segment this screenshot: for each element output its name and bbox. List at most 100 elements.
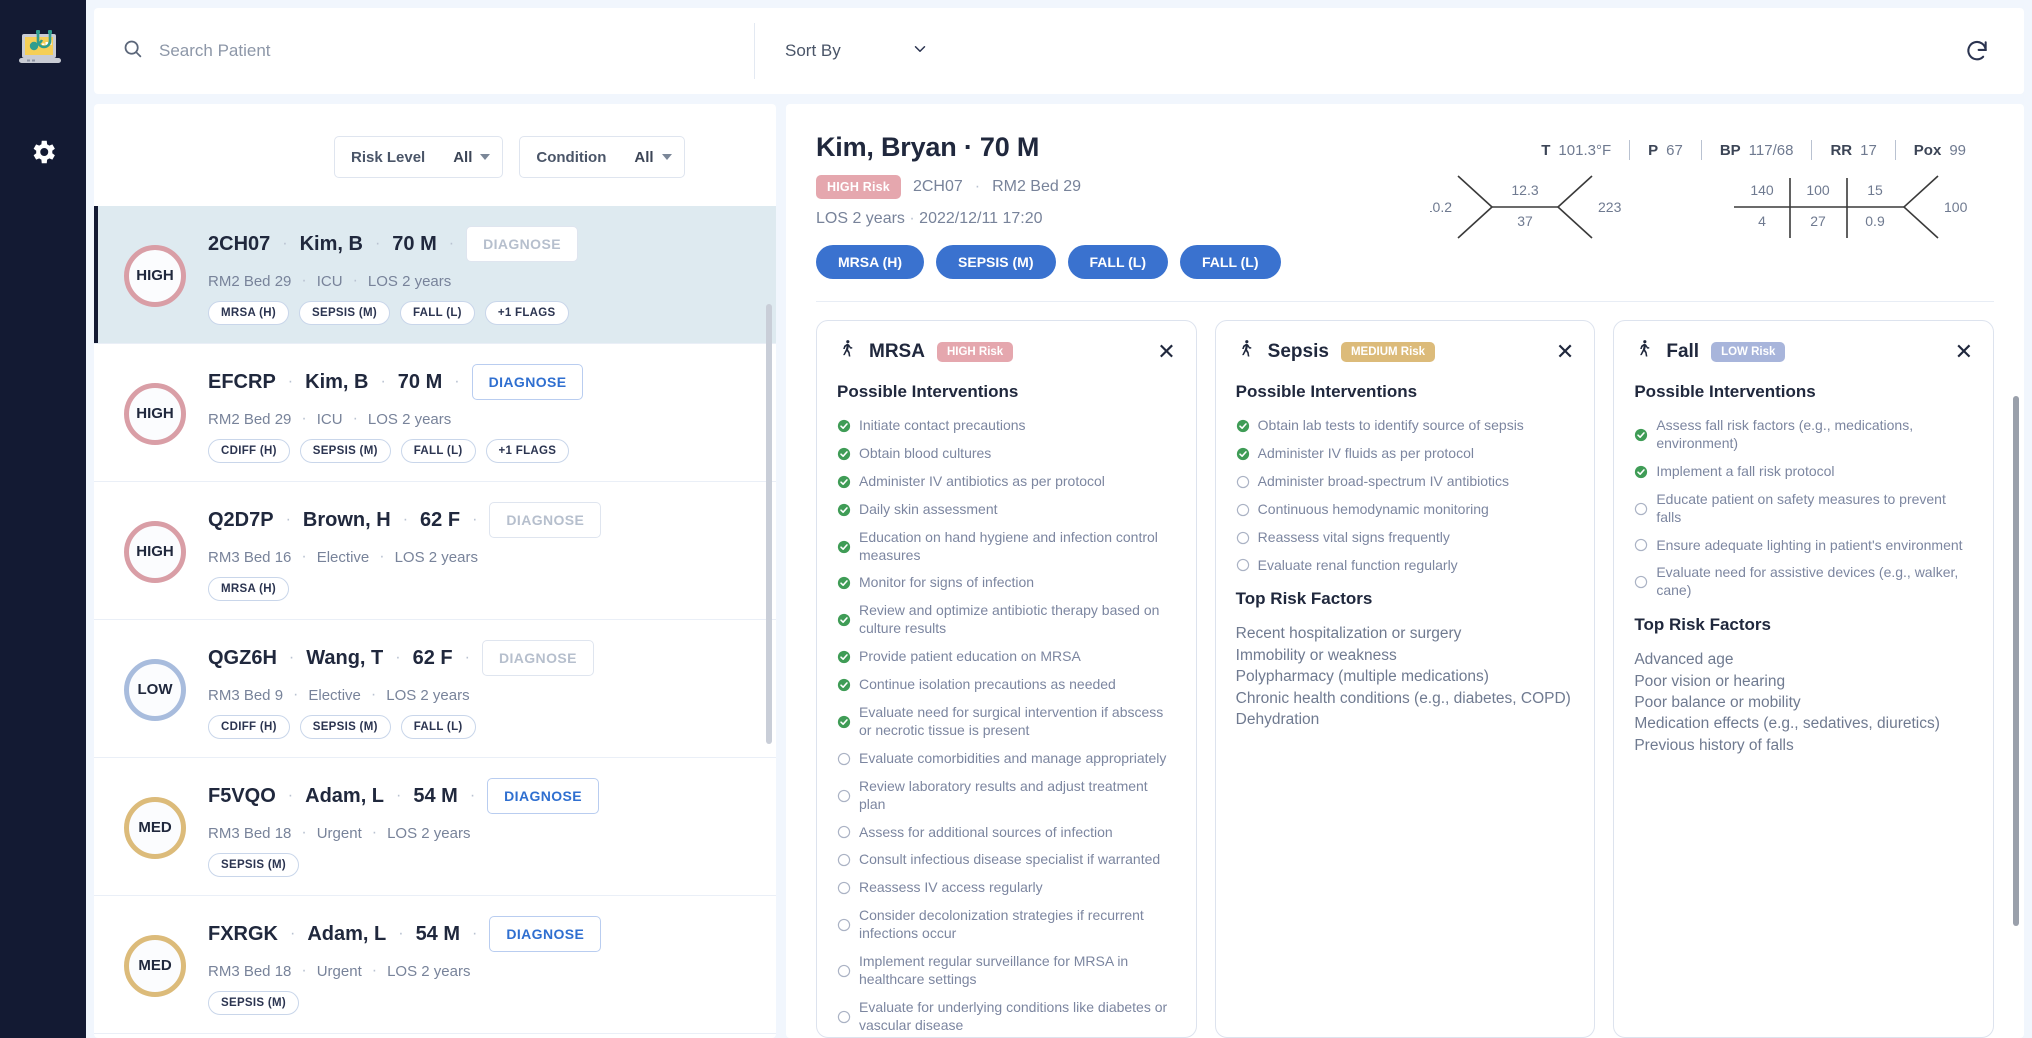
- flag-chip[interactable]: SEPSIS (M): [299, 715, 391, 739]
- list-item[interactable]: MED F5VQO · Adam, L · 54 M · DIAGNOSE RM3 B…: [94, 758, 776, 896]
- search-box[interactable]: [94, 38, 754, 64]
- empty-circle-icon: [837, 854, 851, 867]
- flag-chip[interactable]: SEPSIS (M): [299, 301, 390, 325]
- intervention-item[interactable]: Continue isolation precautions as needed: [837, 671, 1176, 699]
- intervention-item[interactable]: Review and optimize antibiotic therapy b…: [837, 597, 1176, 643]
- close-icon[interactable]: ✕: [1955, 340, 1973, 363]
- intervention-item[interactable]: Evaluate comorbidities and manage approp…: [837, 745, 1176, 773]
- risk-badge: HIGH: [124, 520, 186, 583]
- condition-chip[interactable]: FALL (L): [1067, 245, 1169, 279]
- risk-factor-item: Dehydration: [1235, 710, 1320, 728]
- flag-chip[interactable]: +1 FLAGS: [484, 301, 569, 325]
- flag-chip[interactable]: FALL (L): [400, 439, 476, 463]
- dot-separator-icon: ·: [301, 272, 307, 289]
- patient-info: QGZ6H · Wang, T · 62 F · DIAGNOSE RM3 Bed 9…: [208, 640, 776, 739]
- intervention-item[interactable]: Administer broad-spectrum IV antibiotics: [1236, 468, 1575, 496]
- detail-scrollbar[interactable]: [2013, 396, 2019, 926]
- intervention-item[interactable]: Evaluate need for surgical intervention …: [837, 699, 1176, 745]
- sort-by-select[interactable]: Sort By: [755, 23, 953, 79]
- diagnose-button[interactable]: DIAGNOSE: [466, 226, 578, 262]
- intervention-item[interactable]: Obtain lab tests to identify source of s…: [1236, 412, 1575, 440]
- diagnose-button[interactable]: DIAGNOSE: [489, 916, 602, 952]
- flag-chip[interactable]: +1 FLAGS: [485, 439, 570, 463]
- condition-chip[interactable]: SEPSIS (M): [936, 245, 1056, 279]
- intervention-label: Ensure adequate lighting in patient's en…: [1656, 536, 1963, 553]
- empty-circle-icon: [1635, 539, 1648, 552]
- intervention-item[interactable]: Daily skin assessment: [837, 496, 1176, 524]
- vital-value: 101.3°F: [1558, 141, 1612, 159]
- patient-list[interactable]: HIGH 2CH07 · Kim, B · 70 M · DIAGNOSE RM2 B…: [94, 206, 776, 1038]
- diagnose-button[interactable]: DIAGNOSE: [481, 640, 594, 676]
- interventions-list: Obtain lab tests to identify source of s…: [1236, 412, 1575, 579]
- flag-chip[interactable]: CDIFF (H): [208, 439, 290, 463]
- empty-circle-icon: [837, 789, 851, 802]
- intervention-item[interactable]: Administer IV antibiotics as per protoco…: [837, 468, 1176, 496]
- patient-flags: CDIFF (H) SEPSIS (M) FALL (L): [208, 715, 776, 739]
- diagnose-button[interactable]: DIAGNOSE: [489, 502, 602, 538]
- flag-chip[interactable]: MRSA (H): [208, 301, 289, 325]
- patient-unit: Elective: [308, 686, 361, 704]
- list-item[interactable]: HIGH 2CH07 · Kim, B · 70 M · DIAGNOSE RM2 B…: [94, 206, 776, 344]
- patient-list-scrollbar[interactable]: [766, 304, 772, 744]
- patient-age-sex: 54 M: [413, 784, 458, 807]
- intervention-item[interactable]: Provide patient education on MRSA: [837, 643, 1176, 671]
- intervention-item[interactable]: Evaluate for underlying conditions like …: [837, 994, 1176, 1037]
- list-item[interactable]: HIGH EFCRP · Kim, B · 70 M · DIAGNOSE RM2 B…: [94, 344, 776, 482]
- list-item[interactable]: HIGH Q2D7P · Brown, H · 62 F · DIAGNOSE RM3…: [94, 482, 776, 620]
- list-item[interactable]: MED FXRGK · Adam, L · 54 M · DIAGNOSE RM3 B…: [94, 896, 776, 1034]
- intervention-item[interactable]: Continuous hemodynamic monitoring: [1236, 496, 1575, 524]
- intervention-item[interactable]: Ensure adequate lighting in patient's en…: [1634, 532, 1973, 560]
- intervention-item[interactable]: Monitor for signs of infection: [837, 569, 1176, 597]
- flag-chip[interactable]: SEPSIS (M): [208, 853, 299, 877]
- flag-chip[interactable]: FALL (L): [399, 301, 475, 325]
- flag-chip[interactable]: MRSA (H): [208, 577, 289, 601]
- dot-separator-icon: ·: [371, 962, 378, 979]
- condition-cards: MRSA HIGH Risk ✕ Possible Interventions …: [786, 302, 2024, 1038]
- condition-chip[interactable]: MRSA (H): [816, 245, 925, 279]
- intervention-label: Assess for additional sources of infecti…: [859, 823, 1113, 840]
- intervention-item[interactable]: Initiate contact precautions: [837, 412, 1026, 440]
- intervention-item[interactable]: Education on hand hygiene and infection …: [837, 524, 1176, 570]
- intervention-item[interactable]: Obtain blood cultures: [837, 440, 991, 468]
- diagnose-button[interactable]: DIAGNOSE: [487, 778, 600, 814]
- list-item[interactable]: LOW QGZ6H · Wang, T · 62 F · DIAGNOSE RM3 B…: [94, 620, 776, 758]
- intervention-item[interactable]: Implement regular surveillance for MRSA …: [837, 948, 1176, 994]
- intervention-item[interactable]: Implement a fall risk protocol: [1634, 458, 1973, 486]
- close-icon[interactable]: ✕: [1157, 340, 1175, 363]
- condition-chip[interactable]: FALL (L): [1180, 245, 1281, 279]
- intervention-item[interactable]: Reassess vital signs frequently: [1236, 524, 1575, 552]
- patient-age-sex: 62 F: [420, 508, 461, 531]
- intervention-item[interactable]: Assess fall risk factors (e.g., medicati…: [1634, 412, 1973, 458]
- search-input[interactable]: [159, 41, 719, 61]
- intervention-item[interactable]: Evaluate need for assistive devices (e.g…: [1634, 559, 1973, 605]
- intervention-item[interactable]: Consult infectious disease specialist if…: [837, 846, 1176, 874]
- intervention-item[interactable]: Evaluate renal function regularly: [1236, 552, 1575, 580]
- list-item[interactable]: HIGH LKI7Y· Smith, J· 45 M· DIAGNOSE RM2…: [94, 1034, 776, 1038]
- filter-risk-level[interactable]: Risk Level All: [334, 136, 504, 178]
- dot-separator-icon: ·: [293, 686, 299, 703]
- empty-circle-icon: [1635, 502, 1648, 515]
- intervention-item[interactable]: Administer IV fluids as per protocol: [1236, 440, 1575, 468]
- patient-los: LOS 2 years: [367, 410, 452, 428]
- flag-chip[interactable]: FALL (L): [400, 715, 476, 739]
- close-icon[interactable]: ✕: [1556, 340, 1574, 363]
- intervention-item[interactable]: Reassess IV access regularly: [837, 874, 1176, 902]
- intervention-item[interactable]: Assess for additional sources of infecti…: [837, 819, 1176, 847]
- flag-chip[interactable]: CDIFF (H): [208, 715, 290, 739]
- diagnose-button[interactable]: DIAGNOSE: [471, 364, 584, 400]
- flag-chip[interactable]: SEPSIS (M): [208, 991, 299, 1015]
- intervention-item[interactable]: Consider decolonization strategies if re…: [837, 902, 1176, 948]
- detail-header: Kim, Bryan · 70 M HIGH Risk 2CH07 · RM2 …: [786, 104, 2024, 279]
- gear-icon[interactable]: [23, 132, 63, 172]
- condition-card: Sepsis MEDIUM Risk ✕ Possible Interventi…: [1214, 320, 1596, 1038]
- flag-chip[interactable]: SEPSIS (M): [299, 439, 391, 463]
- detail-admit-time: 2022/12/11 17:20: [919, 210, 1043, 227]
- refresh-icon[interactable]: [1964, 38, 2024, 64]
- condition-chip-row: MRSA (H) SEPSIS (M) FALL (L) FALL (L): [816, 245, 1430, 279]
- filter-condition[interactable]: Condition All: [519, 136, 685, 178]
- risk-factor-item: Medication effects (e.g., sedatives, diu…: [1634, 715, 1940, 733]
- patient-location: RM2 Bed 29 · ICU · LOS 2 years: [208, 272, 776, 290]
- intervention-item[interactable]: Educate patient on safety measures to pr…: [1634, 486, 1973, 532]
- intervention-item[interactable]: Review laboratory results and adjust tre…: [837, 773, 1176, 819]
- person-walking-icon: [1634, 339, 1654, 364]
